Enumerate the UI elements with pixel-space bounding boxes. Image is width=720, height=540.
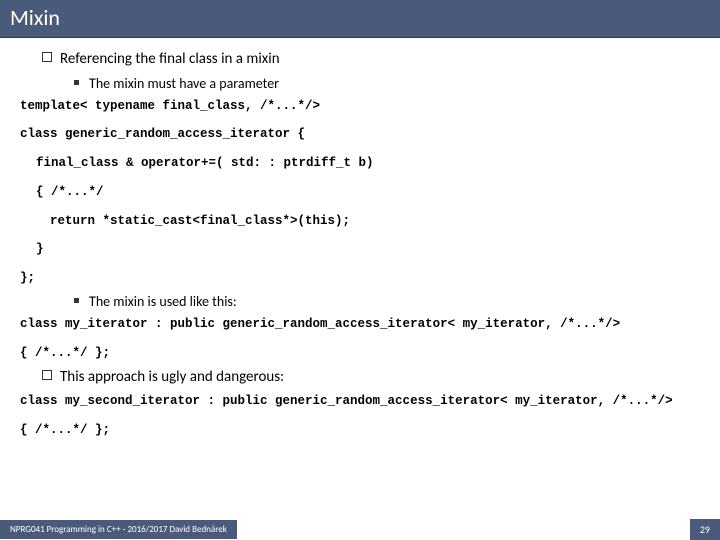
bullet-level1: This approach is ugly and dangerous: (18, 366, 702, 389)
slide-body: Referencing the final class in a mixin T… (0, 38, 720, 518)
bullet-text: Referencing the final class in a mixin (60, 48, 280, 71)
code-line: { /*...*/ (18, 183, 702, 202)
code-line: return *static_cast<final_class*>(this); (18, 212, 702, 231)
bullet-text: This approach is ugly and dangerous: (60, 366, 284, 389)
sub-bullet-text: The mixin must have a parameter (89, 73, 279, 94)
code-line: template< typename final_class, /*...*/> (18, 97, 702, 116)
square-bullet-icon (74, 80, 79, 85)
code-line: } (18, 240, 702, 259)
slide-footer: NPRG041 Programming in C++ - 2016/2017 D… (0, 518, 720, 540)
code-line: class my_second_iterator : public generi… (18, 392, 702, 411)
code-line: final_class & operator+=( std: : ptrdiff… (18, 154, 702, 173)
code-line: }; (18, 269, 702, 288)
checkbox-icon (42, 52, 52, 62)
slide-title: Mixin (10, 4, 710, 31)
footer-left-text: NPRG041 Programming in C++ - 2016/2017 D… (0, 520, 237, 539)
code-line: { /*...*/ }; (18, 344, 702, 363)
slide-title-bar: Mixin (0, 0, 720, 38)
code-line: class my_iterator : public generic_rando… (18, 315, 702, 334)
footer-page-number: 29 (690, 519, 720, 540)
bullet-level2: The mixin must have a parameter (18, 73, 702, 94)
square-bullet-icon (74, 298, 79, 303)
code-line: class generic_random_access_iterator { (18, 125, 702, 144)
code-line: { /*...*/ }; (18, 421, 702, 440)
checkbox-icon (42, 370, 52, 380)
bullet-level2: The mixin is used like this: (18, 291, 702, 312)
bullet-level1: Referencing the final class in a mixin (18, 48, 702, 71)
sub-bullet-text: The mixin is used like this: (89, 291, 237, 312)
